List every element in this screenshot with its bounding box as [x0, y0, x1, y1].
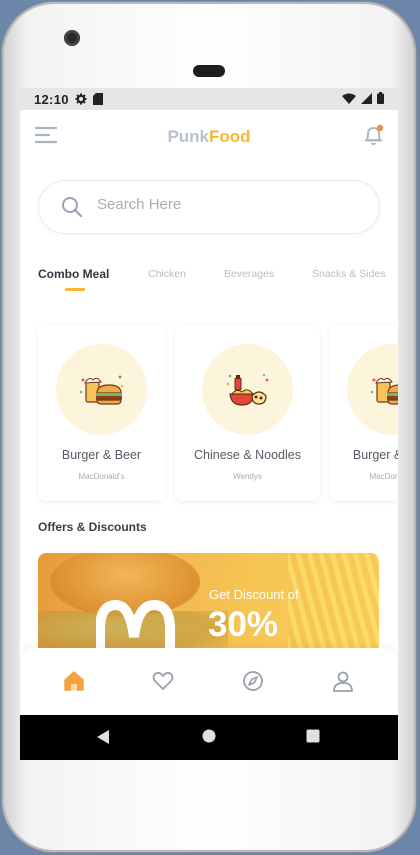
signal-icon [361, 92, 372, 107]
combo-card[interactable]: Burger & Beer MacDonald's [38, 325, 165, 501]
status-time: 12:10 [34, 91, 69, 107]
earpiece-speaker [193, 65, 225, 77]
offers-section-title: Offers & Discounts [38, 520, 147, 534]
active-tab-indicator [65, 288, 85, 291]
status-bar: 12:10 [20, 88, 398, 110]
home-button-icon[interactable] [202, 729, 216, 748]
nav-heart-icon[interactable] [152, 670, 174, 697]
nav-profile-icon[interactable] [332, 670, 354, 697]
card-subtitle: Wendys [233, 472, 262, 481]
brand-logo: PunkFood [20, 127, 398, 147]
system-navigation-bar [20, 715, 398, 760]
combo-card[interactable]: Burger & Beer MacDonald's [329, 325, 398, 501]
card-title: Burger & Beer [61, 448, 142, 462]
card-image-circle [56, 344, 147, 435]
bottom-navigation [20, 648, 398, 715]
app-header: PunkFood [20, 110, 398, 160]
search-input[interactable] [95, 195, 359, 214]
back-icon[interactable] [96, 729, 110, 750]
banner-fries-image [288, 553, 379, 653]
tab-combo-meal[interactable]: Combo Meal [38, 267, 109, 281]
combo-card[interactable]: Chinese & Noodles Wendys [175, 325, 320, 501]
card-subtitle: MacDonald's [369, 472, 399, 481]
combo-card-list: Burger & Beer MacDonald's Chinese & Nood… [38, 325, 398, 503]
tab-snacks-sides[interactable]: Snacks & Sides [312, 268, 386, 280]
search-icon [61, 196, 83, 223]
category-tabs: Combo Meal Chicken Beverages Snacks & Si… [38, 266, 398, 296]
recents-icon[interactable] [306, 729, 320, 748]
golden-arches-logo-icon [95, 597, 176, 653]
offer-banner[interactable]: Get Discount of 30% [38, 553, 379, 653]
card-title: Burger & Beer [352, 448, 398, 462]
promo-text: Get Discount of [209, 587, 299, 602]
card-subtitle: MacDonald's [78, 472, 125, 481]
brand-part-2: Food [209, 127, 251, 146]
card-title: Chinese & Noodles [193, 448, 301, 462]
search-bar[interactable] [38, 180, 380, 234]
notification-dot [376, 124, 384, 132]
nav-compass-icon[interactable] [242, 670, 264, 697]
promo-discount-value: 30% [208, 605, 279, 644]
nav-home-icon[interactable] [63, 670, 85, 697]
settings-icon [75, 93, 87, 105]
wifi-icon [342, 92, 356, 107]
front-camera [64, 30, 80, 46]
phone-frame: 12:10 PunkFood Search Here Combo Meal Ch… [2, 2, 416, 852]
sd-card-icon [92, 93, 103, 105]
battery-icon [377, 92, 384, 107]
brand-part-1: Punk [167, 127, 209, 146]
card-image-circle [347, 344, 398, 435]
tab-beverages[interactable]: Beverages [224, 268, 274, 280]
tab-chicken[interactable]: Chicken [148, 268, 186, 280]
app-screen: 12:10 PunkFood Search Here Combo Meal Ch… [20, 88, 398, 760]
card-image-circle [202, 344, 293, 435]
notification-bell-icon[interactable] [362, 123, 386, 152]
